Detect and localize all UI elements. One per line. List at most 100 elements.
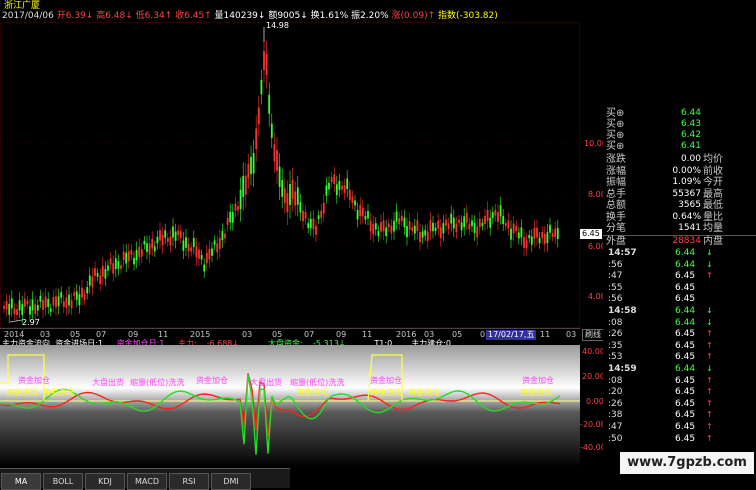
tick-price: 6.45 [675, 329, 696, 340]
tick-arrow-icon: ↓ [706, 259, 713, 269]
tab-ma[interactable]: MA [1, 473, 41, 490]
indicator-annotation: 缩量(低位)洗洗 [290, 377, 344, 387]
tick-row[interactable]: :08 6.45 ↑ [603, 376, 756, 387]
tick-time: :26 [608, 329, 623, 340]
tab-kdj[interactable]: KDJ [85, 473, 125, 490]
stats-row: 振幅 1.09% 今开 [603, 177, 756, 188]
order-book-row: 买⊕ 6.42 [603, 130, 756, 141]
tick-row[interactable]: :26 6.45 ↑ [603, 399, 756, 410]
quote-field: 开6.39↓ [56, 11, 97, 21]
site-watermark: www.7gpzb.com [620, 452, 754, 474]
stats-value: 0.00 [680, 154, 701, 164]
refresh-button[interactable]: 刷线 [582, 329, 604, 341]
order-book-price: 6.43 [680, 119, 701, 129]
order-book-price: 6.41 [680, 141, 701, 151]
stats-value: 1.09% [672, 177, 701, 187]
current-price-tag: 6.45 [580, 229, 602, 239]
stats-value: 28834 [672, 235, 701, 246]
tick-row[interactable]: :47 6.45 ↑ [603, 271, 756, 282]
order-book-row: 买⊕ 6.44 [603, 108, 756, 119]
tick-price: 6.45 [675, 352, 696, 363]
tick-price: 6.45 [675, 340, 696, 351]
indicator-annotation: 资金进场 [408, 387, 440, 397]
stats-label-right: 均量 [703, 223, 723, 234]
tab-dmi[interactable]: DMI [211, 473, 251, 490]
tick-price: 6.45 [675, 433, 696, 444]
order-book-label: 买⊕ [606, 130, 625, 141]
quote-field: 涨(0.09)↑ [391, 11, 438, 21]
tick-price: 6.45 [675, 398, 696, 409]
stats-value: 3565 [678, 200, 701, 210]
stats-label: 外盘 [606, 235, 626, 247]
tab-boll[interactable]: BOLL [43, 473, 83, 490]
indicator-annotation: 资金进场 [520, 387, 552, 397]
stats-label-right: 内盘 [703, 235, 723, 247]
tick-arrow-icon: ↑ [706, 340, 713, 350]
order-book-price: 6.44 [680, 108, 701, 118]
indicator-annotation: 资金进场 [370, 387, 402, 397]
tick-row[interactable]: 14:58 6.44 ↓ [603, 306, 756, 317]
indicator-annotation: 资金进场 [42, 387, 74, 397]
stats-row: 总手 55367 最高 [603, 189, 756, 200]
quote-field: 量140239↓ [214, 11, 269, 21]
quote-field: 额9005↓ [268, 11, 311, 21]
stock-name: 浙江广厦 [4, 1, 41, 11]
stats-label: 分笔 [606, 223, 626, 234]
tick-row[interactable]: :08 6.44 ↓ [603, 318, 756, 329]
tick-price: 6.44 [675, 364, 696, 374]
indicator-annotation: 资金加仓 [18, 375, 50, 385]
order-book-label: 买⊕ [606, 108, 625, 119]
tick-row[interactable]: 14:57 6.44 ↓ [603, 248, 756, 259]
order-book-price: 6.42 [680, 130, 701, 140]
indicator-annotation: 大盘出货 [250, 377, 282, 387]
stats-row: 涨跌 0.00 均价 [603, 154, 756, 165]
tick-arrow-icon: ↑ [706, 352, 713, 362]
tick-row[interactable]: 14:59 6.44 ↓ [603, 364, 756, 375]
tick-price: 6.45 [675, 422, 696, 432]
stats-label-right: 量比 [703, 211, 723, 223]
tick-arrow-icon: ↑ [706, 410, 713, 420]
tick-price: 6.44 [675, 248, 696, 258]
tick-row[interactable]: :56 6.45 [603, 294, 756, 305]
kline-chart[interactable]: 14.98 2.97 [0, 22, 580, 328]
tick-arrow-icon: ↓ [706, 364, 713, 373]
tick-row[interactable]: :55 6.45 [603, 283, 756, 294]
stats-label-right: 最低 [703, 200, 723, 211]
tick-row[interactable]: :47 6.45 ↑ [603, 422, 756, 433]
order-book-row: 买⊕ 6.41 [603, 141, 756, 152]
indicator-annotation: 资金加仓 [196, 375, 228, 385]
tab-rsi[interactable]: RSI [169, 473, 209, 490]
tab-macd[interactable]: MACD [127, 473, 167, 490]
tick-time: :47 [608, 422, 623, 432]
tick-arrow-icon: ↑ [706, 375, 713, 385]
stats-label-right: 均价 [703, 154, 723, 165]
ind-y-20: 20.00 [582, 372, 605, 381]
tick-row[interactable]: :26 6.45 ↑ [603, 329, 756, 340]
tick-time: :26 [608, 398, 623, 409]
tick-time: :47 [608, 271, 623, 282]
tick-arrow-icon: ↑ [706, 398, 713, 408]
stats-label: 涨幅 [606, 165, 626, 177]
quote-field: 高6.48↓ [96, 11, 136, 21]
stats-row: 外盘 28834 内盘 [603, 234, 756, 247]
stats-row: 换手 0.64% 量比 [603, 212, 756, 223]
tick-row[interactable]: :20 6.45 ↑ [603, 387, 756, 398]
tick-row[interactable]: :50 6.45 ↑ [603, 434, 756, 445]
indicator-annotation: 缩量(低位)洗洗 [130, 377, 184, 387]
tick-row[interactable]: :35 6.45 ↑ [603, 341, 756, 352]
quote-field: 指数(-303.82) [438, 11, 498, 21]
tick-time: :20 [608, 387, 623, 398]
tick-arrow-icon: ↓ [706, 306, 713, 315]
tick-row[interactable]: :38 6.45 ↑ [603, 410, 756, 421]
indicator-annotation: 大盘出货 [92, 377, 124, 387]
stats-row: 总额 3565 最低 [603, 200, 756, 211]
tick-arrow-icon: ↑ [706, 422, 713, 431]
tick-arrow-icon: ↑ [706, 433, 713, 443]
stats-row: 涨幅 0.00% 前收 [603, 166, 756, 177]
tick-price: 6.44 [675, 306, 696, 316]
tick-row[interactable]: :56 6.44 ↓ [603, 260, 756, 271]
fund-flow-indicator[interactable]: 资金加仓资金进场 资金进场大盘出货 缩量(低位)洗洗 资金加仓 大盘出货 缩量(低位)洗洗… [0, 345, 580, 467]
indicator-annotation: 资金进场 [296, 387, 328, 397]
tick-price: 6.45 [675, 282, 696, 293]
tick-row[interactable]: :53 6.45 ↑ [603, 352, 756, 363]
